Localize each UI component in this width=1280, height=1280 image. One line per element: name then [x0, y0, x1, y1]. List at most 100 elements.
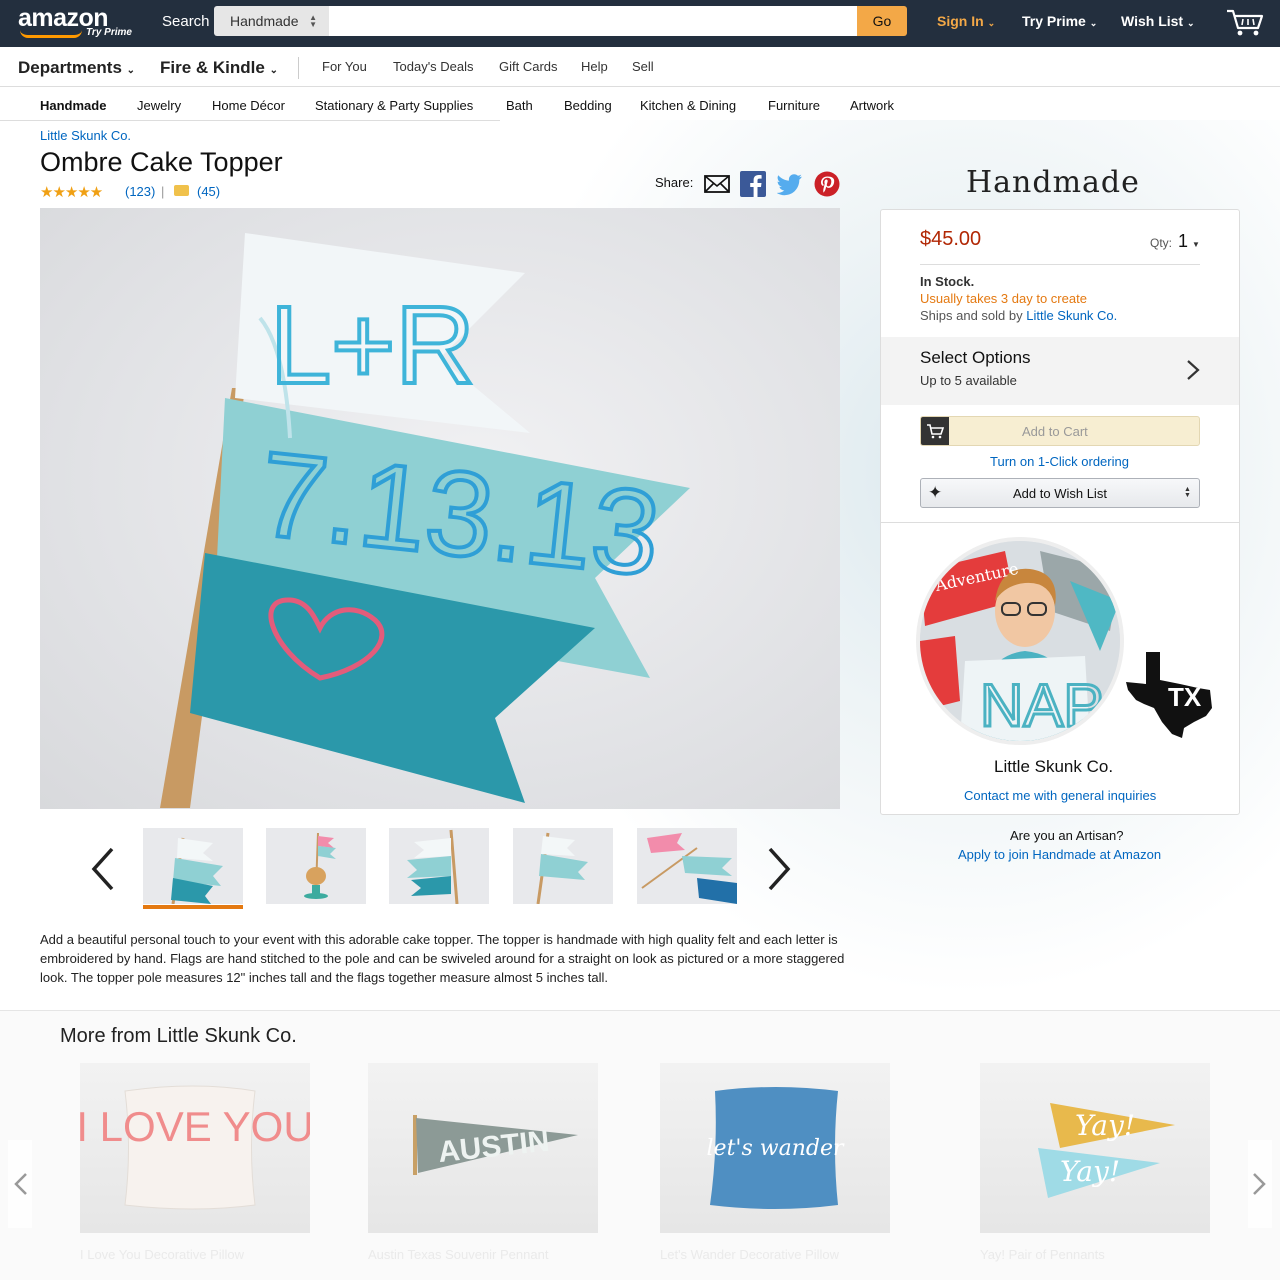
- carousel-prev-button[interactable]: [8, 1140, 32, 1228]
- texas-state-icon: TX: [1126, 652, 1212, 738]
- category-furniture[interactable]: Furniture: [768, 98, 820, 113]
- search-input[interactable]: [329, 6, 858, 36]
- chevron-down-icon: ⌄: [126, 65, 136, 76]
- search-department-value: Handmade: [230, 13, 299, 29]
- chevron-down-icon: ⌄: [987, 18, 996, 28]
- search-department-select[interactable]: Handmade ▲ ▼: [214, 6, 329, 36]
- wander-pillow-image: let's wander: [707, 1087, 845, 1209]
- category-home-decor[interactable]: Home Décor: [212, 98, 285, 113]
- add-to-cart-label: Add to Cart: [1022, 424, 1088, 439]
- thumbnail-3[interactable]: [389, 828, 489, 904]
- ships-seller-link[interactable]: Little Skunk Co.: [1026, 308, 1117, 323]
- one-click-link[interactable]: Turn on 1-Click ordering: [990, 454, 1129, 469]
- seller-photo: NAP Adventure: [920, 541, 1120, 741]
- cart-icon: [921, 417, 949, 445]
- more-item-2[interactable]: AUSTIN: [368, 1063, 598, 1233]
- caret-down-icon[interactable]: ▼: [1192, 240, 1200, 249]
- flag-text-initials: L+R: [270, 284, 475, 407]
- stock-status: In Stock.: [920, 274, 975, 289]
- pillow-image: I LOVE YOU: [76, 1085, 314, 1210]
- thumbnail-1-image: [171, 837, 223, 904]
- divider: [881, 522, 1239, 523]
- seller-name[interactable]: Little Skunk Co.: [994, 757, 1113, 777]
- chevron-left-icon: [14, 1173, 27, 1195]
- twitter-icon[interactable]: [777, 171, 803, 197]
- qty-select[interactable]: 1: [1178, 231, 1188, 252]
- category-jewelry[interactable]: Jewelry: [137, 98, 181, 113]
- ships-sold-by: Ships and sold by Little Skunk Co.: [920, 308, 1117, 323]
- question-count-link[interactable]: (45): [197, 184, 220, 199]
- search-label: Search: [162, 13, 210, 30]
- artisan-question: Are you an Artisan?: [1010, 828, 1124, 843]
- product-main-image[interactable]: L+R 7.13.13: [40, 208, 840, 809]
- chevron-right-icon: [1253, 1173, 1266, 1195]
- divider: [920, 264, 1200, 265]
- thumbnails-prev-arrow-icon[interactable]: [88, 846, 118, 892]
- thumbnail-2[interactable]: [266, 828, 366, 904]
- product-description: Add a beautiful personal touch to your e…: [40, 932, 845, 985]
- yay-art-text-1: Yay!: [1075, 1109, 1135, 1142]
- category-handmade[interactable]: Handmade: [40, 98, 106, 113]
- cart-icon[interactable]: [1225, 6, 1265, 38]
- chevron-down-icon: ⌄: [269, 65, 278, 76]
- departments-label: Departments: [18, 58, 122, 77]
- cake-topper-illustration: L+R 7.13.13: [160, 233, 690, 808]
- try-prime-link[interactable]: Try Prime ⌄: [1022, 13, 1097, 29]
- departments-menu[interactable]: Departments ⌄: [18, 58, 135, 78]
- more-from-title: More from Little Skunk Co.: [60, 1025, 297, 1047]
- sign-in-link[interactable]: Sign In ⌄: [937, 13, 995, 29]
- category-stationary[interactable]: Stationary & Party Supplies: [315, 98, 473, 113]
- apply-handmade-link[interactable]: Apply to join Handmade at Amazon: [958, 847, 1161, 862]
- fire-kindle-menu[interactable]: Fire & Kindle ⌄: [160, 58, 278, 78]
- product-title: Ombre Cake Topper: [40, 147, 283, 177]
- rating-divider: |: [161, 184, 165, 199]
- more-item-4[interactable]: Yay! Yay!: [980, 1063, 1210, 1233]
- thumbnails-next-arrow-icon[interactable]: [764, 846, 794, 892]
- carousel-next-button[interactable]: [1248, 1140, 1272, 1228]
- fire-kindle-label: Fire & Kindle: [160, 58, 265, 77]
- go-button[interactable]: Go: [857, 6, 907, 36]
- review-count-link[interactable]: (123): [125, 184, 155, 199]
- more-item-1[interactable]: I LOVE YOU: [76, 1063, 314, 1233]
- thumbnail-selected-indicator: [143, 905, 243, 909]
- sign-in-label: Sign In: [937, 13, 984, 29]
- nav-link-todays-deals[interactable]: Today's Deals: [393, 59, 474, 74]
- thumbnail-4[interactable]: [513, 828, 613, 904]
- wish-list-link[interactable]: Wish List ⌄: [1121, 13, 1195, 29]
- email-icon[interactable]: [704, 171, 730, 197]
- add-to-wish-list-label: Add to Wish List: [1013, 486, 1107, 501]
- thumbnail-5[interactable]: [637, 828, 737, 904]
- more-item-3-caption[interactable]: Let's Wander Decorative Pillow: [660, 1247, 839, 1262]
- nav-link-gift-cards[interactable]: Gift Cards: [499, 59, 558, 74]
- star-rating[interactable]: ★★★★★: [40, 183, 103, 201]
- try-prime-logo-text[interactable]: Try Prime: [86, 27, 132, 38]
- category-bedding[interactable]: Bedding: [564, 98, 612, 113]
- category-artwork[interactable]: Artwork: [850, 98, 894, 113]
- try-prime-label: Try Prime: [1022, 13, 1086, 29]
- thumbnail-1[interactable]: [143, 828, 243, 904]
- category-bar: Handmade Jewelry Home Décor Stationary &…: [0, 88, 1280, 121]
- category-bath[interactable]: Bath: [506, 98, 533, 113]
- brand-link[interactable]: Little Skunk Co.: [40, 128, 131, 143]
- facebook-icon[interactable]: [740, 171, 766, 197]
- speech-bubble-icon: [174, 185, 189, 196]
- nav-divider: [298, 57, 299, 79]
- category-kitchen[interactable]: Kitchen & Dining: [640, 98, 736, 113]
- more-item-2-caption[interactable]: Austin Texas Souvenir Pennant: [368, 1247, 548, 1262]
- secondary-nav: Departments ⌄ Fire & Kindle ⌄ For You To…: [0, 47, 1280, 87]
- chevron-right-icon[interactable]: [1185, 358, 1201, 382]
- ships-prefix: Ships and sold by: [920, 308, 1027, 323]
- nav-link-for-you[interactable]: For You: [322, 59, 367, 74]
- more-item-4-caption[interactable]: Yay! Pair of Pennants: [980, 1247, 1105, 1262]
- more-item-3[interactable]: let's wander: [660, 1063, 890, 1233]
- wander-art-text: let's wander: [707, 1136, 845, 1161]
- share-label: Share:: [655, 175, 694, 190]
- lead-time: Usually takes 3 day to create: [920, 291, 1087, 306]
- more-item-1-caption[interactable]: I Love You Decorative Pillow: [80, 1247, 244, 1262]
- pinterest-icon[interactable]: [814, 171, 840, 197]
- contact-seller-link[interactable]: Contact me with general inquiries: [964, 788, 1156, 803]
- nav-link-sell[interactable]: Sell: [632, 59, 654, 74]
- nav-link-help[interactable]: Help: [581, 59, 608, 74]
- state-label: TX: [1168, 682, 1202, 712]
- seller-avatar[interactable]: NAP Adventure: [916, 537, 1124, 745]
